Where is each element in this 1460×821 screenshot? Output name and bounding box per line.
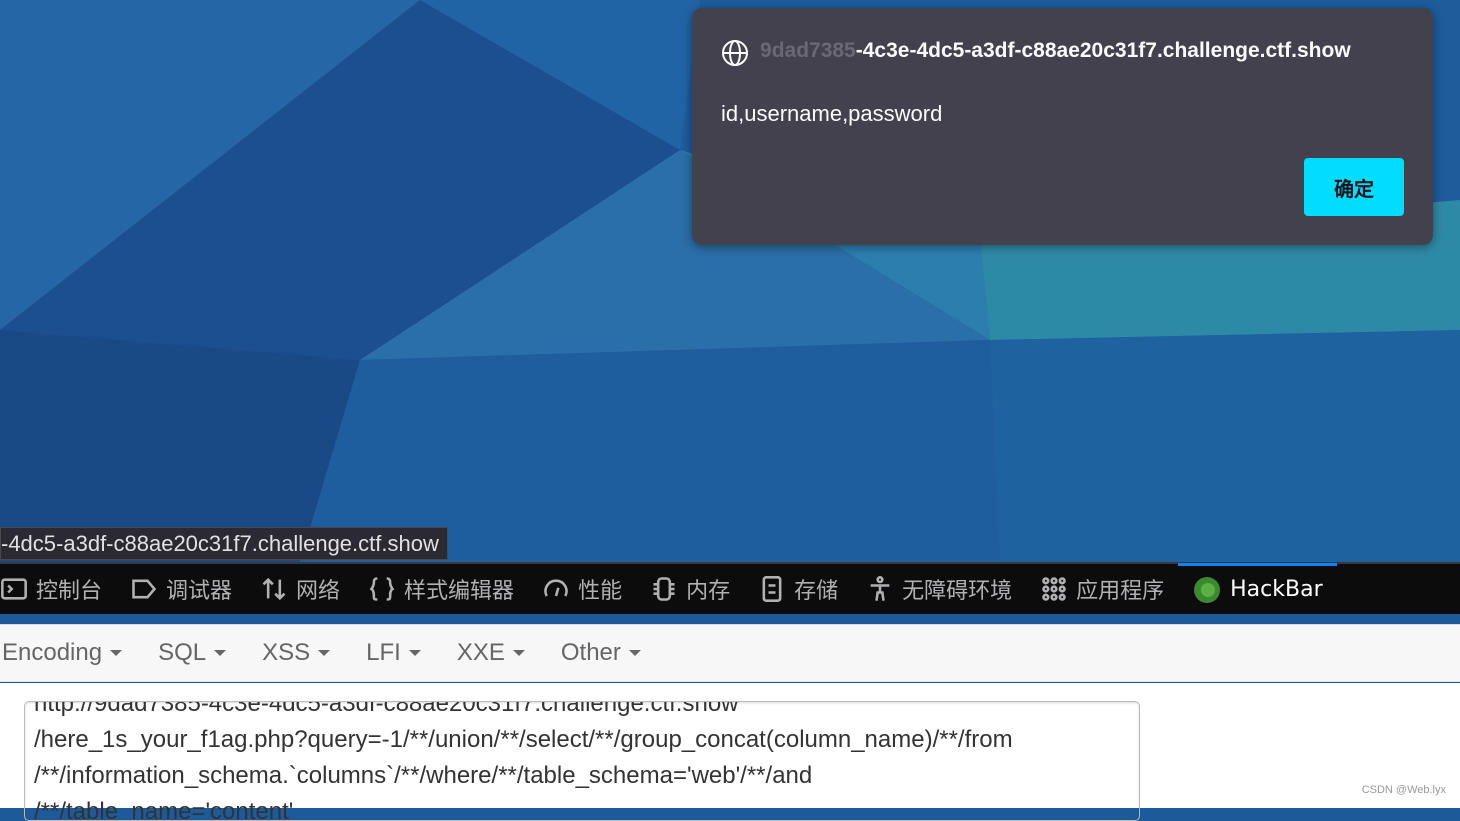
devtools-tab-memory[interactable]: 内存: [636, 564, 744, 614]
accessibility-icon: [870, 576, 890, 601]
devtools-tab-label: 存储: [794, 579, 839, 604]
menu-encoding[interactable]: Encoding: [2, 639, 140, 667]
menu-other[interactable]: Other: [561, 639, 659, 667]
caret-down-icon: [628, 650, 641, 656]
devtools-tab-console[interactable]: 控制台: [0, 564, 116, 614]
devtools-tab-label: 内存: [686, 579, 731, 604]
devtools-tab-label: 应用程序: [1076, 579, 1165, 604]
caret-down-icon: [318, 650, 331, 656]
status-bar-url: -4dc5-a3df-c88ae20c31f7.challenge.ctf.sh…: [0, 527, 448, 560]
menu-label: SQL: [158, 639, 207, 666]
menu-label: XXE: [456, 639, 505, 666]
devtools-tab-network[interactable]: 网络: [246, 564, 354, 614]
hackbar-menubar: Encoding SQL XSS LFI XXE Other: [0, 624, 1460, 682]
performance-icon: [544, 579, 568, 597]
caret-down-icon: [512, 650, 525, 656]
devtools-tab-label: 控制台: [36, 579, 103, 604]
alert-dialog: 9dad7385-4c3e-4dc5-a3df-c88ae20c31f7.cha…: [692, 8, 1433, 245]
storage-icon: [762, 576, 782, 602]
menu-sql[interactable]: SQL: [158, 639, 244, 667]
devtools-tab-label: 调试器: [166, 579, 233, 604]
devtools-tab-hackbar[interactable]: HackBar: [1178, 563, 1337, 613]
devtools-tab-style-editor[interactable]: 样式编辑器: [354, 564, 528, 614]
devtools-toolbar: 控制台 调试器 网络 样式编辑器 性能 内存 存储 无障碍环境 应用程序 HackBar: [0, 562, 1460, 614]
devtools-tab-label: 无障碍环境: [902, 579, 1013, 604]
menu-lfi[interactable]: LFI: [366, 639, 439, 667]
dialog-title: 9dad7385-4c3e-4dc5-a3df-c88ae20c31f7.cha…: [760, 39, 1351, 62]
application-icon: [1042, 577, 1066, 601]
dialog-message: id,username,password: [721, 101, 943, 126]
console-icon: [1, 578, 27, 600]
devtools-tab-label: 性能: [578, 579, 623, 604]
url-textarea[interactable]: http://9dad7385-4c3e-4dc5-a3df-c88ae20c3…: [24, 701, 1140, 821]
devtools-tab-label: HackBar: [1230, 577, 1323, 602]
menu-xxe[interactable]: XXE: [457, 639, 543, 667]
caret-down-icon: [110, 650, 123, 656]
caret-down-icon: [408, 650, 421, 656]
watermark: CSDN @Web.lyx: [1361, 784, 1446, 796]
devtools-tab-performance[interactable]: 性能: [528, 564, 636, 614]
devtools-tab-application[interactable]: 应用程序: [1026, 564, 1178, 614]
hackbar-main: http://9dad7385-4c3e-4dc5-a3df-c88ae20c3…: [0, 683, 1460, 821]
devtools-tab-accessibility[interactable]: 无障碍环境: [852, 564, 1026, 614]
network-icon: [262, 577, 286, 601]
style-editor-icon: [369, 577, 395, 601]
memory-icon: [653, 577, 675, 601]
menu-label: Other: [560, 639, 621, 666]
ok-button[interactable]: 确定: [1304, 158, 1404, 216]
menu-label: XSS: [262, 639, 311, 666]
debugger-icon: [132, 579, 157, 599]
menu-xss[interactable]: XSS: [262, 639, 348, 667]
devtools-tab-label: 网络: [296, 579, 341, 604]
menu-label: LFI: [366, 639, 401, 666]
globe-icon: [722, 40, 748, 66]
devtools-tab-label: 样式编辑器: [404, 579, 515, 604]
devtools-tab-storage[interactable]: 存储: [744, 564, 852, 614]
caret-down-icon: [214, 650, 227, 656]
url-text[interactable]: http://9dad7385-4c3e-4dc5-a3df-c88ae20c3…: [34, 702, 1124, 820]
hackbar-icon: [1194, 576, 1221, 603]
menu-label: Encoding: [2, 639, 103, 666]
devtools-tab-debugger[interactable]: 调试器: [116, 564, 246, 614]
